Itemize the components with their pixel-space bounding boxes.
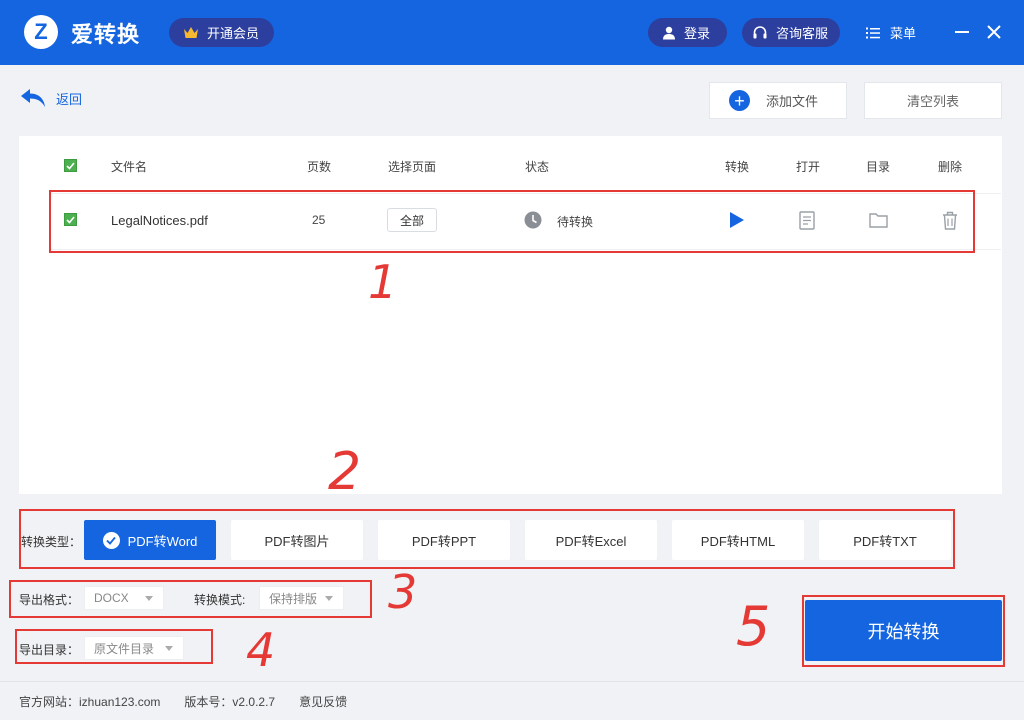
header-open: 打开 — [796, 160, 821, 174]
header-filename: 文件名 — [111, 160, 148, 174]
app-name: 爱转换 — [71, 22, 141, 47]
menu-label: 菜单 — [890, 26, 917, 41]
crown-icon — [183, 26, 199, 39]
checkmark-icon — [66, 161, 75, 170]
back-button[interactable]: 返回 — [20, 88, 82, 108]
annotation-box-2 — [19, 509, 955, 569]
header-pages: 页数 — [307, 160, 332, 174]
login-button[interactable]: 登录 — [648, 18, 727, 47]
header-folder: 目录 — [866, 160, 891, 174]
back-label: 返回 — [56, 91, 83, 107]
annotation-number-1: 1 — [368, 255, 398, 309]
feedback-link[interactable]: 意见反馈 — [299, 693, 347, 710]
header-status: 状态 — [525, 160, 550, 174]
clear-list-button[interactable]: 清空列表 — [864, 82, 1002, 119]
annotation-number-4: 4 — [246, 623, 276, 677]
annotation-number-3: 3 — [388, 565, 418, 619]
annotation-box-3 — [9, 580, 372, 618]
select-all-checkbox[interactable] — [64, 159, 77, 172]
vip-label: 开通会员 — [207, 26, 260, 41]
version-text: 版本号：v2.0.2.7 — [184, 694, 276, 709]
headset-icon — [752, 25, 768, 41]
minimize-icon — [955, 31, 969, 33]
annotation-box-1 — [49, 190, 975, 253]
add-file-button[interactable]: + 添加文件 — [709, 82, 847, 119]
annotation-box-4 — [15, 629, 213, 664]
vip-button[interactable]: 开通会员 — [169, 18, 274, 47]
app-logo: Z — [24, 15, 58, 49]
add-file-label: 添加文件 — [766, 94, 819, 109]
title-bar: Z 爱转换 开通会员 登录 咨询客服 菜单 — [0, 0, 1024, 65]
customer-service-button[interactable]: 咨询客服 — [742, 18, 840, 47]
list-icon — [866, 27, 880, 39]
close-icon — [987, 25, 1001, 39]
annotation-number-2: 2 — [328, 442, 362, 502]
user-icon — [662, 26, 676, 40]
minimize-button[interactable] — [951, 21, 973, 43]
back-arrow-icon — [20, 88, 46, 108]
customer-service-label: 咨询客服 — [776, 26, 829, 41]
website-link[interactable]: 官方网站：izhuan123.com — [19, 693, 160, 710]
menu-button[interactable]: 菜单 — [866, 18, 916, 47]
header-select-pages: 选择页面 — [388, 160, 437, 174]
header-convert: 转换 — [725, 160, 750, 174]
login-label: 登录 — [684, 26, 711, 41]
plus-icon: + — [729, 90, 750, 111]
footer: 官方网站：izhuan123.com 版本号：v2.0.2.7 意见反馈 — [0, 681, 1024, 720]
annotation-box-5 — [802, 595, 1005, 667]
header-delete: 删除 — [938, 160, 963, 174]
close-button[interactable] — [983, 21, 1005, 43]
annotation-number-5: 5 — [736, 595, 771, 658]
